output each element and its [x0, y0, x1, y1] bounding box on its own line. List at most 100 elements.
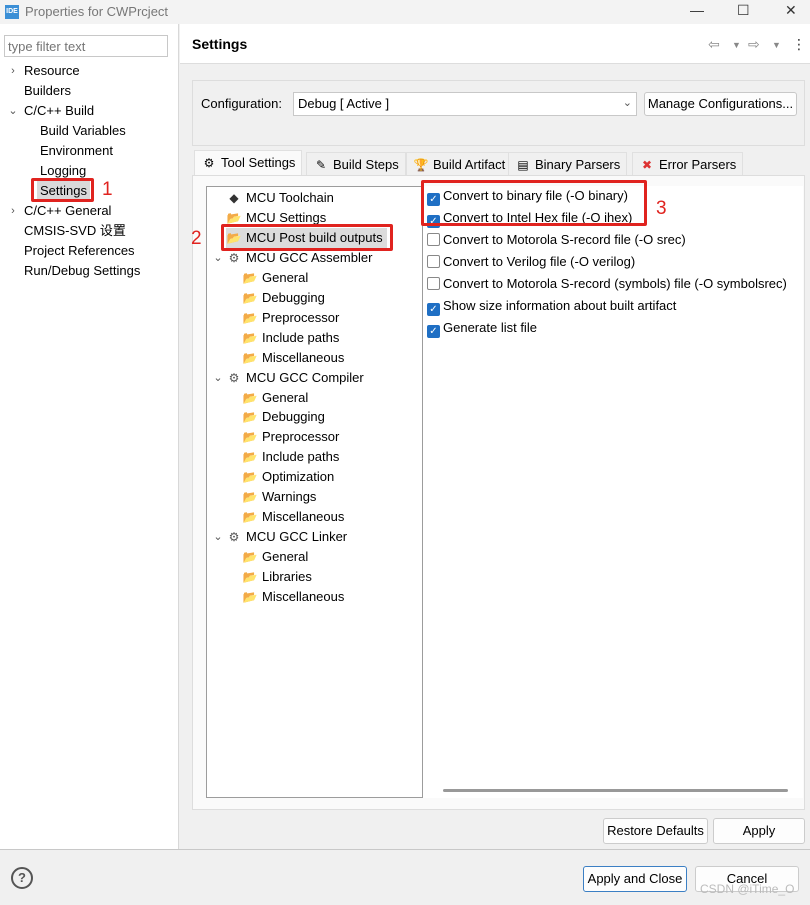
tree-item[interactable]: CMSIS-SVD 设置 — [24, 221, 126, 241]
folder-icon: 📂 — [242, 490, 258, 505]
folder-icon: 📂 — [242, 510, 258, 525]
horizontal-scrollbar[interactable] — [443, 789, 788, 792]
apply-and-close-button[interactable]: Apply and Close — [583, 866, 687, 892]
tool-tree-item[interactable]: 📂 Preprocessor — [242, 427, 340, 447]
checkbox[interactable] — [427, 233, 440, 246]
minimize-button[interactable]: — — [690, 2, 704, 18]
folder-icon: 📂 — [242, 550, 258, 565]
tree-item-label: Build Variables — [40, 123, 126, 138]
tree-item-label: Project References — [24, 243, 135, 258]
tab-build-artifact[interactable]: 🏆 Build Artifact — [406, 152, 513, 176]
help-icon[interactable]: ? — [11, 867, 33, 889]
checkbox[interactable]: ✓ — [427, 303, 440, 316]
filter-input[interactable] — [4, 35, 168, 57]
tool-tree-label: Include paths — [262, 449, 340, 465]
folder-icon: 📂 — [242, 310, 258, 325]
chevron-down-icon[interactable]: ⌄ — [8, 101, 18, 121]
annotation-number-2: 2 — [191, 228, 202, 249]
option-label: Show size information about built artifa… — [443, 298, 677, 313]
annotation-box-1 — [31, 178, 94, 202]
app-icon: IDE — [5, 5, 19, 19]
folder-icon: 📂 — [242, 350, 258, 365]
folder-icon: 📂 — [242, 450, 258, 465]
tool-tree-label: General — [262, 269, 309, 285]
tree-item-label: CMSIS-SVD 设置 — [24, 223, 126, 238]
chevron-down-icon: ⌄ — [622, 97, 632, 109]
restore-defaults-button[interactable]: Restore Defaults — [603, 818, 708, 844]
option-checkbox[interactable]: ✓ Show size information about built artif… — [427, 296, 676, 316]
chevron-right-icon[interactable]: › — [8, 201, 18, 221]
title-bar: IDE Properties for CWPrcject — ☐ ✕ — [0, 0, 810, 24]
forward-icon[interactable]: ⇨ — [748, 36, 760, 53]
tool-tree-item[interactable]: 📂 General — [242, 388, 309, 408]
configuration-select[interactable]: Debug [ Active ] ⌄ — [293, 92, 637, 116]
tree-item-label: Resource — [24, 63, 80, 78]
tool-tree-item[interactable]: ⌄ ⚙ MCU GCC Compiler — [213, 368, 363, 388]
tree-item[interactable]: Run/Debug Settings — [24, 261, 140, 281]
tree-item[interactable]: Environment — [40, 141, 113, 161]
view-menu-icon[interactable]: ⋮ — [792, 36, 806, 53]
tool-tree-item[interactable]: 📂 Optimization — [242, 467, 335, 487]
tool-tree-item[interactable]: 📂 Include paths — [242, 447, 340, 467]
gear-icon: ⚙ — [203, 156, 215, 170]
option-checkbox[interactable]: Convert to Motorola S-record (symbols) f… — [427, 274, 787, 294]
option-label: Convert to Verilog file (-O verilog) — [443, 254, 636, 269]
tree-item-label: Builders — [24, 83, 71, 98]
tree-item-label: Environment — [40, 143, 113, 158]
tool-tree-label: Warnings — [262, 489, 317, 505]
binary-icon: ▤ — [517, 158, 529, 172]
checkbox[interactable] — [427, 255, 440, 268]
tab-tool-settings[interactable]: ⚙ Tool Settings — [194, 150, 303, 176]
tree-item[interactable]: › C/C++ General — [11, 201, 111, 221]
tool-tree-item[interactable]: ⌄ ⚙ MCU GCC Linker — [213, 527, 347, 547]
tab-binary-parsers[interactable]: ▤ Binary Parsers — [508, 152, 628, 176]
tree-item[interactable]: › Resource — [11, 61, 80, 81]
annotation-box-3 — [421, 180, 647, 226]
option-checkbox[interactable]: ✓ Generate list file — [427, 318, 537, 338]
tree-item-label: Run/Debug Settings — [24, 263, 141, 278]
close-button[interactable]: ✕ — [785, 2, 797, 19]
window-title: Properties for CWPrcject — [25, 4, 169, 19]
manage-configurations-button[interactable]: Manage Configurations... — [644, 92, 797, 116]
tool-tree-item[interactable]: 📂 Warnings — [242, 487, 317, 507]
option-label: Generate list file — [443, 320, 537, 335]
tool-tree-item[interactable]: ◆ MCU Toolchain — [226, 188, 334, 208]
tool-tree-item[interactable]: 📂 Miscellaneous — [242, 507, 345, 527]
tool-tree-item[interactable]: 📂 Miscellaneous — [242, 587, 345, 607]
tab-build-steps[interactable]: ✎ Build Steps — [306, 152, 406, 176]
tool-tree-item[interactable]: 📂 Debugging — [242, 288, 325, 308]
option-checkbox[interactable]: Convert to Verilog file (-O verilog) — [427, 252, 635, 272]
watermark: CSDN @iTime_O — [700, 882, 795, 896]
tree-item[interactable]: ⌄ C/C++ Build — [8, 101, 95, 121]
chevron-right-icon[interactable]: › — [8, 61, 18, 81]
option-checkbox[interactable]: Convert to Motorola S-record file (-O sr… — [427, 230, 686, 250]
checkbox[interactable]: ✓ — [427, 325, 440, 338]
checkbox[interactable] — [427, 277, 440, 290]
tool-tree-item[interactable]: 📂 Miscellaneous — [242, 348, 345, 368]
tab-error-parsers[interactable]: ✖ Error Parsers — [632, 152, 744, 176]
gear-icon: ⚙ — [228, 530, 240, 545]
tab-label: Tool Settings — [221, 155, 296, 170]
apply-button[interactable]: Apply — [713, 818, 805, 844]
tool-tree-item[interactable]: 📂 Preprocessor — [242, 308, 340, 328]
page-title: Settings — [192, 36, 248, 52]
tool-tree-item[interactable]: 📂 General — [242, 547, 309, 567]
chevron-down-icon[interactable]: ⌄ — [213, 527, 223, 547]
page-header: Settings ⇦ ▼ ⇨ ▼ ⋮ — [180, 24, 810, 64]
folder-icon: 📂 — [242, 290, 258, 305]
tool-tree-item[interactable]: 📂 Libraries — [242, 567, 312, 587]
folder-icon: 📂 — [242, 430, 258, 445]
back-icon[interactable]: ⇦ — [708, 36, 720, 53]
maximize-button[interactable]: ☐ — [737, 2, 750, 19]
chevron-down-icon[interactable]: ⌄ — [213, 368, 223, 388]
tool-tree-item[interactable]: 📂 Include paths — [242, 328, 340, 348]
tree-item[interactable]: Builders — [24, 81, 71, 101]
tree-item-label: C/C++ Build — [24, 103, 95, 118]
forward-menu-icon[interactable]: ▼ — [772, 40, 781, 50]
back-menu-icon[interactable]: ▼ — [732, 40, 741, 50]
tree-item[interactable]: Build Variables — [40, 121, 126, 141]
tree-item[interactable]: Project References — [24, 241, 135, 261]
tool-tree-label: Libraries — [262, 569, 312, 585]
tool-tree-item[interactable]: 📂 Debugging — [242, 407, 325, 427]
tool-tree-item[interactable]: 📂 General — [242, 268, 309, 288]
